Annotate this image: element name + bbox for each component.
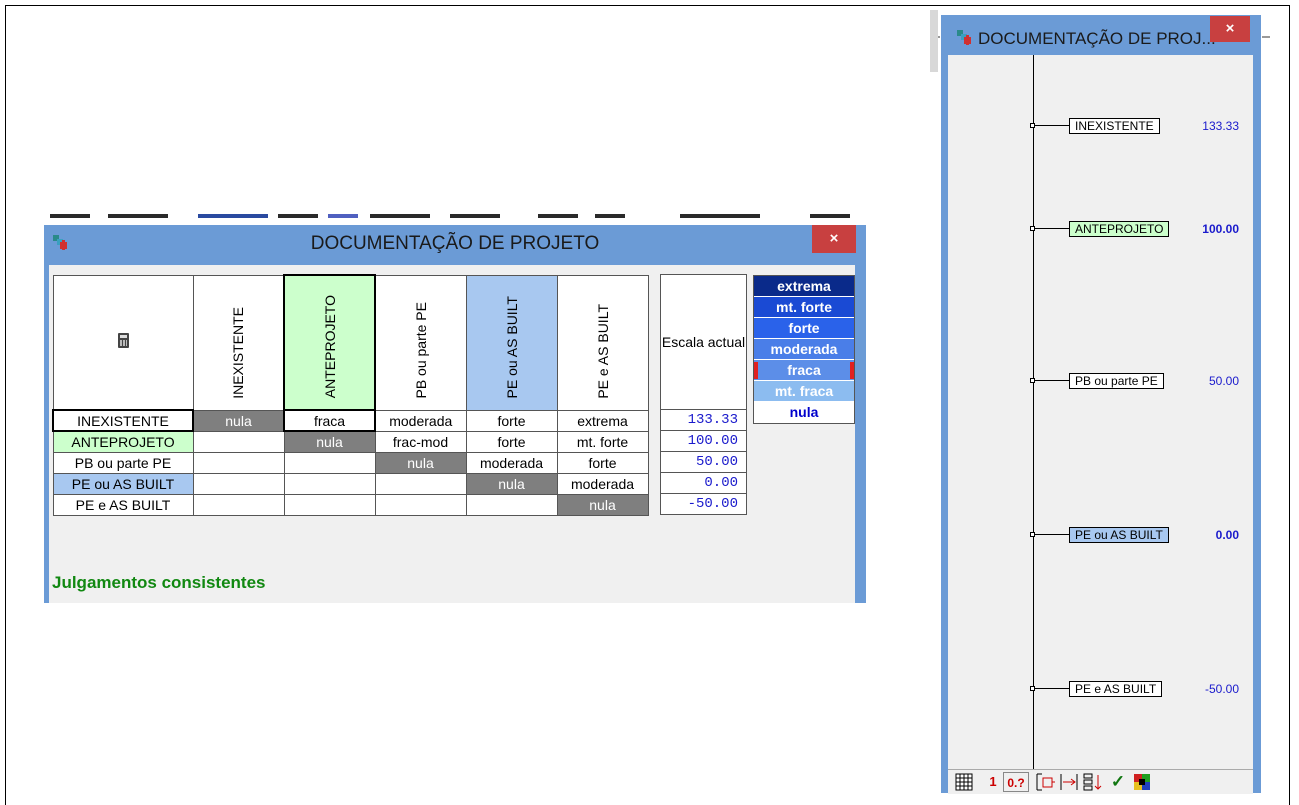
matrix-cell[interactable] — [465, 493, 558, 516]
scale-toolbar: 1 0.? ✓ — [948, 769, 1253, 794]
matrix-cell[interactable]: moderada — [556, 472, 649, 495]
table-row: INEXISTENTE nula fraca moderada forte ex… — [52, 409, 649, 432]
matrix-cell[interactable]: nula — [556, 493, 649, 516]
column-header[interactable]: PB ou parte PE — [374, 274, 467, 411]
color-palette-icon[interactable] — [1132, 772, 1152, 792]
calculator-cell[interactable] — [52, 274, 194, 411]
legend-item-fraca[interactable]: fraca — [754, 360, 854, 381]
column-header[interactable]: ANTEPROJETO — [283, 274, 376, 411]
background-divider — [930, 10, 938, 72]
row-label[interactable]: INEXISTENTE — [52, 409, 194, 432]
set-zero-unknown-button[interactable]: 0.? — [1003, 772, 1029, 792]
matrix-cell[interactable]: nula — [465, 472, 558, 495]
scale-value: 0.00 — [1215, 528, 1239, 542]
matrix-cell[interactable] — [374, 493, 467, 516]
matrix-cell[interactable] — [283, 451, 376, 474]
matrix-cell[interactable] — [192, 430, 285, 453]
background-divider — [1262, 36, 1270, 38]
matrix-cell[interactable]: nula — [192, 409, 285, 432]
table-row: PE ou AS BUILT nula moderada — [52, 472, 649, 495]
scale-value: -50.00 — [1204, 682, 1239, 696]
close-button[interactable]: × — [1210, 16, 1250, 42]
scale-value[interactable]: -50.00 — [660, 493, 747, 515]
scale-connector — [1035, 228, 1069, 229]
matrix-cell[interactable]: moderada — [465, 451, 558, 474]
scale-value: 50.00 — [1208, 374, 1239, 388]
legend-item-mt-forte[interactable]: mt. forte — [754, 297, 854, 318]
matrix-cell[interactable] — [192, 451, 285, 474]
matrix-cell[interactable] — [192, 493, 285, 516]
matrix-cell[interactable]: forte — [556, 451, 649, 474]
matrix-cell[interactable]: nula — [283, 430, 376, 453]
column-header[interactable]: INEXISTENTE — [192, 274, 285, 411]
matrix-cell[interactable]: moderada — [374, 409, 467, 432]
matrix-cell[interactable] — [283, 472, 376, 495]
expand-scale-icon[interactable] — [1034, 772, 1056, 792]
scale-label[interactable]: ANTEPROJETO — [1069, 221, 1170, 237]
sort-values-icon[interactable] — [1082, 772, 1104, 792]
legend-item-moderada[interactable]: moderada — [754, 339, 854, 360]
scale-connector — [1035, 688, 1069, 689]
matrix-cell[interactable] — [374, 472, 467, 495]
matrix-cell[interactable]: fraca — [283, 409, 376, 432]
matrix-cell[interactable] — [192, 472, 285, 495]
close-button[interactable]: × — [812, 225, 856, 253]
column-header[interactable]: PE ou AS BUILT — [465, 274, 558, 411]
scale-header: Escala actual — [660, 274, 747, 410]
legend-item-mt-fraca[interactable]: mt. fraca — [754, 381, 854, 402]
scale-label[interactable]: PB ou parte PE — [1069, 373, 1164, 389]
scale-value: 100.00 — [1202, 222, 1239, 236]
window-title: DOCUMENTAÇÃO DE PROJ... — [978, 29, 1216, 48]
table-row: ANTEPROJETO nula frac-mod forte mt. fort… — [52, 430, 649, 453]
compress-scale-icon[interactable] — [1058, 772, 1080, 792]
window-title: DOCUMENTAÇÃO DE PROJETO — [310, 233, 600, 254]
pairwise-matrix-window: DOCUMENTAÇÃO DE PROJETO × INEXISTENTE AN… — [44, 225, 866, 603]
table-row: PB ou parte PE nula moderada forte — [52, 451, 649, 474]
title-bar[interactable]: DOCUMENTAÇÃO DE PROJETO × — [44, 225, 866, 263]
scale-plot: INEXISTENTE 133.33 ANTEPROJETO 100.00 PB… — [948, 55, 1253, 771]
legend-item-nula[interactable]: nula — [754, 402, 854, 423]
scale-label[interactable]: INEXISTENTE — [1069, 118, 1160, 134]
row-label[interactable]: PB ou parte PE — [52, 451, 194, 474]
scale-value[interactable]: 100.00 — [660, 430, 747, 452]
scale-connector — [1035, 125, 1069, 126]
matrix-cell[interactable]: frac-mod — [374, 430, 467, 453]
background-toolbar-strip — [50, 211, 865, 219]
scale-axis — [1033, 55, 1034, 771]
scale-connector — [1035, 380, 1069, 381]
grid-icon[interactable] — [954, 772, 974, 792]
matrix-cell[interactable] — [283, 493, 376, 516]
consistency-status: Julgamentos consistentes — [52, 573, 266, 592]
judgement-legend: extrema mt. forte forte moderada fraca m… — [753, 275, 855, 424]
app-icon — [957, 30, 971, 45]
scale-column: Escala actual 133.33 100.00 50.00 0.00 -… — [660, 274, 747, 515]
scale-value[interactable]: 133.33 — [660, 409, 747, 431]
scale-label[interactable]: PE e AS BUILT — [1069, 681, 1163, 697]
matrix-cell[interactable]: mt. forte — [556, 430, 649, 453]
scale-value: 133.33 — [1202, 119, 1239, 133]
matrix-cell[interactable]: forte — [465, 409, 558, 432]
scale-connector — [1035, 534, 1069, 535]
legend-item-extrema[interactable]: extrema — [754, 276, 854, 297]
scale-value[interactable]: 0.00 — [660, 472, 747, 494]
row-label[interactable]: ANTEPROJETO — [52, 430, 194, 453]
scale-label[interactable]: PE ou AS BUILT — [1069, 527, 1169, 543]
column-header[interactable]: PE e AS BUILT — [556, 274, 649, 411]
scale-value[interactable]: 50.00 — [660, 451, 747, 473]
set-one-button[interactable]: 1 — [986, 772, 1000, 792]
table-row: PE e AS BUILT nula — [52, 493, 649, 516]
matrix-cell[interactable]: forte — [465, 430, 558, 453]
judgement-matrix: INEXISTENTE ANTEPROJETO PB ou parte PE P… — [52, 274, 649, 516]
calculator-icon[interactable] — [117, 333, 129, 349]
scale-window: DOCUMENTAÇÃO DE PROJ... × INEXISTENTE 13… — [941, 15, 1261, 794]
legend-item-forte[interactable]: forte — [754, 318, 854, 339]
matrix-client-area: INEXISTENTE ANTEPROJETO PB ou parte PE P… — [49, 265, 855, 603]
row-label[interactable]: PE e AS BUILT — [52, 493, 194, 516]
row-label[interactable]: PE ou AS BUILT — [52, 472, 194, 495]
matrix-cell[interactable]: extrema — [556, 409, 649, 432]
validate-check-button[interactable]: ✓ — [1108, 772, 1128, 792]
matrix-cell[interactable]: nula — [374, 451, 467, 474]
